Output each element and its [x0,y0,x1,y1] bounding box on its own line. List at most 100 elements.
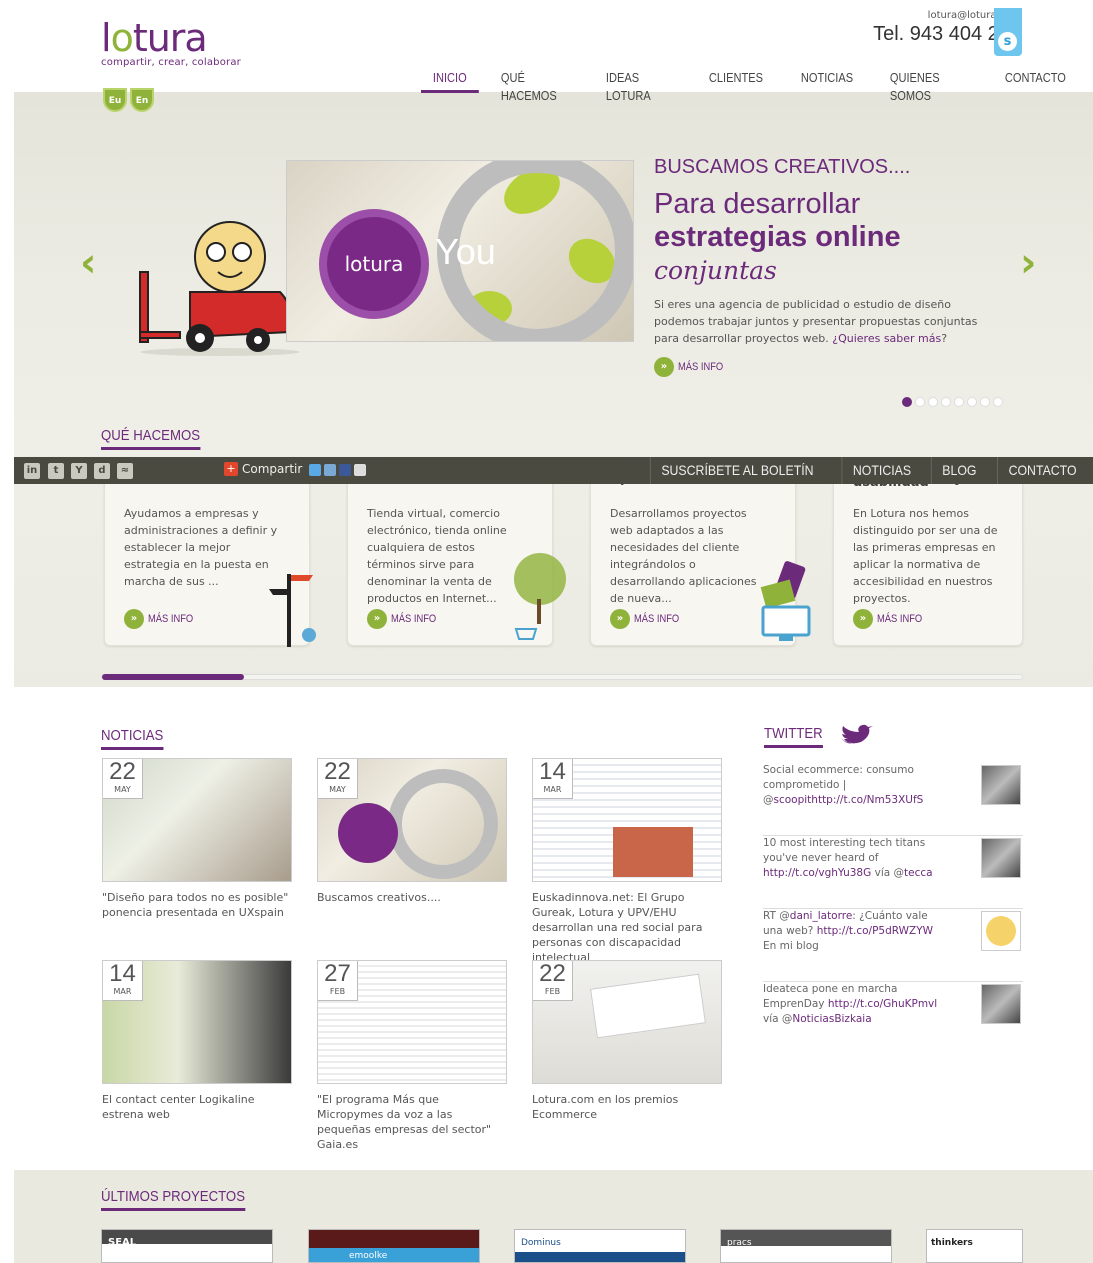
delicious-share-icon[interactable] [324,464,336,476]
news-item[interactable]: 14 MAR El contact center Logikaline estre… [102,960,292,1122]
tuenti-icon[interactable]: t [48,463,64,479]
news-caption: El contact center Logikaline estrena web [102,1093,255,1121]
site-logo[interactable]: lotura compartir, crear, colaborar [101,18,281,68]
slide-link[interactable]: ¿Quieres saber más [832,332,941,345]
skype-icon: s [998,32,1017,51]
tweet-link[interactable]: http://t.co/GhuKPmvl [828,998,937,1010]
slide-dot-6[interactable] [967,397,977,407]
slide-image[interactable]: lotura You [286,160,634,342]
main-nav: INICIO QUÉ HACEMOS IDEAS LOTURA CLIENTES… [421,69,1093,103]
facebook-share-icon[interactable] [339,464,351,476]
news-date: 22 FEB [533,961,573,1001]
chevron-right-icon: » [610,609,630,629]
money-tree-icon [514,553,566,640]
forklift-illustration [139,221,300,356]
toolbar-blog-link[interactable]: BLOG [930,457,987,484]
avatar[interactable] [981,984,1021,1024]
slide-more-button[interactable]: » MÁS INFO [654,357,731,377]
twitter-share-icon[interactable] [309,464,321,476]
tweet-mention[interactable]: tecca [904,867,933,879]
service-more-button[interactable]: » MÁS INFO [124,609,201,629]
avatar[interactable] [981,838,1021,878]
news-item[interactable]: 22 FEB Lotura.com en los premios Ecommerc… [532,960,722,1122]
nav-inicio[interactable]: INICIO [421,69,479,93]
tweet-mention[interactable]: NoticiasBizkaia [792,1013,871,1025]
chevron-right-icon: » [654,357,674,377]
toolbar-subscribe-link[interactable]: SUSCRÍBETE AL BOLETÍN [649,457,824,484]
devices-icon [760,561,811,641]
news-item[interactable]: 22 MAY "Diseño para todos no es posible" … [102,758,292,920]
tweet-link[interactable]: http://t.co/P5dRWZYW [817,925,933,937]
news-item[interactable]: 22 MAY Buscamos creativos.... [317,758,507,905]
project-thumb[interactable]: emoolke [308,1229,480,1263]
social-toolbar: in t Y d ≈ + Compartir SUSCRÍBETE AL BOLE… [14,457,1093,484]
service-more-button[interactable]: » MÁS INFO [853,609,930,629]
project-thumb[interactable]: SEAL [101,1229,273,1263]
email-share-icon[interactable] [354,464,366,476]
nav-clientes[interactable]: CLIENTES [697,69,775,93]
slide-dot-4[interactable] [941,397,951,407]
signpost-icon [269,574,316,647]
news-caption: Euskadinnova.net: El Grupo Gureak, Lotur… [532,891,703,964]
slide-description: Si eres una agencia de publicidad o estu… [654,298,978,345]
services-heading: QUÉ HACEMOS [101,427,201,450]
tweet-mention[interactable]: dani_latorre [790,910,853,922]
lang-eu[interactable]: Eu [103,88,127,112]
slide-dot-3[interactable] [928,397,938,407]
news-caption: "El programa Más que Micropymes da voz a… [317,1093,492,1151]
service-card: Tiendas virtuales Tienda virtual, comerc… [347,477,566,646]
slide-image-you: You [435,231,496,272]
service-more-button[interactable]: » MÁS INFO [610,609,687,629]
slide-dot-1[interactable] [902,397,912,407]
project-thumb[interactable]: thinkers [926,1229,1023,1263]
plus-icon: + [224,462,238,476]
avatar[interactable] [981,765,1021,805]
linkedin-icon[interactable]: in [24,463,40,479]
projects-heading: ÚLTIMOS PROYECTOS [101,1188,246,1211]
slide-dot-5[interactable] [954,397,964,407]
tweet: Ideateca pone en marcha EmprenDay http:/… [763,982,1023,1055]
skype-button[interactable]: s [994,8,1022,56]
site-tagline: compartir, crear, colaborar [101,57,241,68]
services-scrollbar-thumb[interactable] [102,674,244,680]
news-caption: Lotura.com en los premios Ecommerce [532,1093,679,1121]
service-more-button[interactable]: » MÁS INFO [367,609,444,629]
slider-next-icon[interactable]: › [1020,240,1036,286]
lang-en[interactable]: En [130,88,154,112]
tweet: 10 most interesting tech titans you've n… [763,836,1023,909]
project-thumb[interactable]: Dominus [514,1229,686,1263]
nav-quienes-somos[interactable]: QUIENES SOMOS [878,69,976,103]
news-heading: NOTICIAS [101,727,164,750]
nav-contacto[interactable]: CONTACTO [993,69,1078,93]
news-date: 14 MAR [103,961,143,1001]
tweet: Social ecommerce: consumo comprometido |… [763,763,1023,836]
tweet: RT @dani_latorre: ¿Cuánto vale una web? … [763,909,1023,982]
delicious-icon[interactable]: d [94,463,110,479]
slide-dot-7[interactable] [980,397,990,407]
slider-prev-icon[interactable]: ‹ [80,240,96,286]
twitter-heading: TWITTER [764,725,823,748]
tweet-link[interactable]: scoopithttp://t.co/Nm53XUfS [774,794,924,806]
toolbar-noticias-link[interactable]: NOTICIAS [841,457,921,484]
tweet-link[interactable]: http://t.co/vghYu38G [763,867,871,879]
services-scrollbar[interactable] [101,674,1023,680]
twitter-bird-icon [840,724,873,744]
slide-kicker: BUSCAMOS CREATIVOS.... [654,156,911,178]
slider-pagination [902,397,1003,407]
project-thumb[interactable]: pracs [720,1229,892,1263]
slide-dot-8[interactable] [993,397,1003,407]
share-button[interactable]: + Compartir [224,462,302,476]
nav-noticias[interactable]: NOTICIAS [789,69,865,93]
slide-dot-2[interactable] [915,397,925,407]
news-item[interactable]: 27 FEB "El programa Más que Micropymes da… [317,960,507,1152]
nav-que-hacemos[interactable]: QUÉ HACEMOS [489,69,578,103]
nav-ideas-lotura[interactable]: IDEAS LOTURA [594,69,682,103]
news-item[interactable]: 14 MAR Euskadinnova.net: El Grupo Gureak,… [532,758,722,965]
rss-icon[interactable]: ≈ [117,463,133,479]
youtube-icon[interactable]: Y [71,463,87,479]
avatar[interactable] [981,911,1021,951]
chevron-right-icon: » [124,609,144,629]
news-date: 14 MAR [533,759,573,799]
toolbar-contacto-link[interactable]: CONTACTO [996,457,1087,484]
slide-headline: Para desarrollar estrategias online conj… [654,188,901,285]
